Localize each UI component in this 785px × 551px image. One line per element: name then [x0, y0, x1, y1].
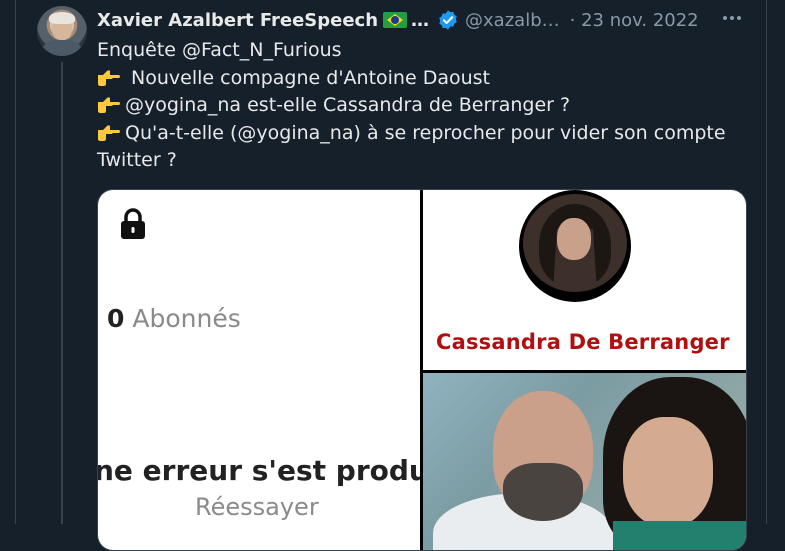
pointing-hand-icon [97, 94, 121, 113]
tweet-line-2-text: Nouvelle compagne d'Antoine Daoust [125, 66, 490, 89]
retry-text: Réessayer [195, 493, 319, 521]
tweet-line-3-text: @yogina_na est-elle Cassandra de Berrang… [125, 94, 571, 116]
author-avatar[interactable] [37, 6, 87, 56]
pointing-hand-icon [97, 67, 121, 86]
profile-photo [519, 190, 631, 302]
brazil-flag-icon [383, 12, 408, 28]
followers-number: 0 [107, 304, 125, 333]
media-image-profile-screenshot[interactable]: 0 Abonnés ne erreur s'est produit Réessa… [98, 190, 452, 550]
followers-count: 0 Abonnés [107, 304, 241, 333]
media-image-couple-photo[interactable] [423, 373, 746, 550]
tweet-line-4: Qu'a-t-elle (@yogina_na) à se reprocher … [97, 120, 737, 148]
media-image-profile-card[interactable]: Cassandra De Berranger [423, 190, 746, 370]
author-name[interactable]: Xavier Azalbert FreeSpeech [97, 10, 378, 31]
error-message: ne erreur s'est produit [97, 454, 452, 487]
tweet-line-5: Twitter ? [97, 149, 177, 171]
author-handle[interactable]: @xazalb… [465, 10, 560, 31]
tweet-line-3: @yogina_na est-elle Cassandra de Berrang… [97, 92, 737, 120]
lock-icon [121, 208, 145, 239]
tweet-date[interactable]: · 23 nov. 2022 [570, 10, 699, 31]
more-options-icon[interactable] [720, 6, 744, 30]
tweet-line-4-text: Qu'a-t-elle (@yogina_na) à se reprocher … [125, 121, 726, 144]
followers-label: Abonnés [132, 304, 241, 333]
author-name-ellipsis: … [411, 9, 430, 31]
thread-connector-line [61, 62, 63, 524]
tweet-header: Xavier Azalbert FreeSpeech … @xazalb… · … [97, 6, 747, 34]
verified-badge-icon[interactable] [437, 9, 459, 31]
pointing-hand-icon [97, 122, 121, 141]
tweet-line-1: Enquête @Fact_N_Furious [97, 39, 342, 61]
column-border-left [15, 0, 16, 524]
column-border-right [766, 0, 767, 524]
profile-name: Cassandra De Berranger [436, 330, 730, 354]
tweet-line-2: Nouvelle compagne d'Antoine Daoust [97, 65, 737, 93]
media-grid[interactable]: 0 Abonnés ne erreur s'est produit Réessa… [97, 189, 747, 551]
tweet-text: Enquête @Fact_N_Furious Nouvelle compagn… [97, 37, 737, 175]
